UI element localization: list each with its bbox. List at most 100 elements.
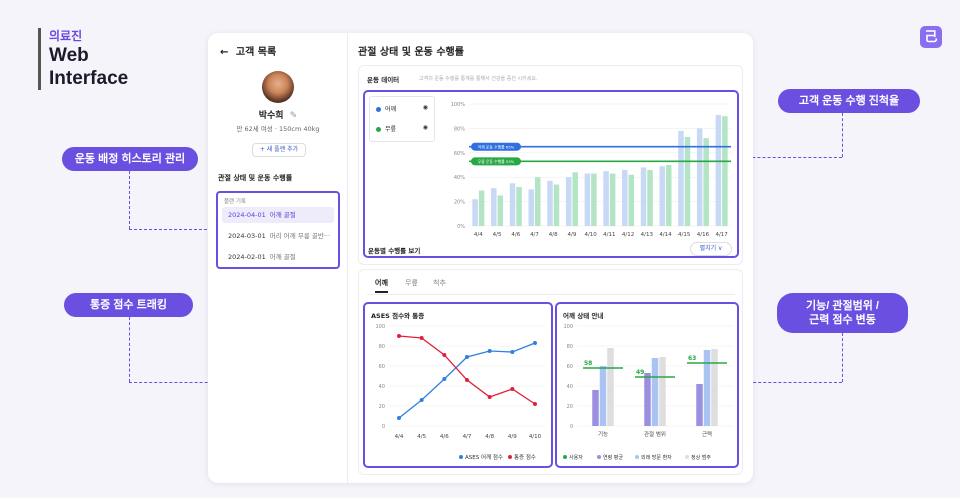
plan-item-1[interactable]: 2024-04-01 어깨 골절: [222, 207, 334, 223]
legend-dot: [563, 455, 567, 459]
by-exercise-row: 운동별 수행률 보기 펼치기 ∨: [358, 237, 743, 263]
connector-pain-v: [129, 317, 130, 382]
data-point: [487, 395, 492, 399]
legend-dot: [508, 455, 512, 459]
bar: [696, 384, 703, 426]
x-tick-label: 4/8: [485, 434, 494, 440]
back-to-customers[interactable]: ← 고객 목록: [220, 43, 276, 58]
eye-icon[interactable]: ◉: [423, 104, 428, 111]
callout-pain: 통증 점수 트래킹: [64, 293, 193, 317]
tab-shoulder[interactable]: 어깨: [375, 278, 388, 293]
bar: [535, 177, 541, 226]
tab-spine[interactable]: 척추: [433, 278, 446, 288]
plan-item-3[interactable]: 2024-02-01 어깨 골절: [222, 249, 334, 265]
ases-pain-card: ASES 점수와 통증 0 20 40 60 80 100 4/4 4/5 4/6 4/7 4/8 4…: [363, 302, 553, 468]
x-tick-label: 4/7: [463, 434, 472, 440]
tab-knee[interactable]: 무릎: [405, 278, 418, 288]
connector-history-v: [129, 171, 130, 229]
x-tick-label: 근력: [702, 430, 712, 438]
legend-dot: [597, 455, 601, 459]
y-tick-label: 100: [375, 324, 385, 330]
x-tick-label: 4/4: [395, 434, 404, 440]
legend-label: ASES 어깨 점수: [465, 453, 503, 461]
brand-line2: Interface: [49, 68, 129, 89]
exercise-legend: 어깨 ◉ 무릎 ◉: [369, 96, 435, 142]
data-point: [419, 398, 424, 402]
data-point: [465, 355, 469, 359]
legend-dot: [635, 455, 639, 459]
y-tick-label: 80: [567, 344, 573, 350]
callout-progress: 고객 운동 수행 진척율: [778, 89, 920, 113]
legend-label: 외래 방문 환자: [641, 454, 672, 461]
bar: [478, 190, 485, 226]
plan-item-2[interactable]: 2024-03-01 머리 어깨 무릎 골반···: [222, 228, 334, 244]
bar: [599, 366, 607, 426]
bar: [516, 186, 522, 226]
user-score-label: 58: [584, 360, 592, 367]
app-logo-icon[interactable]: 己: [920, 26, 942, 48]
y-tick-label: 40: [567, 384, 573, 390]
legend-dot: [376, 107, 381, 112]
bar: [684, 136, 691, 226]
y-tick-label: 100: [563, 324, 573, 330]
app-window: ← 고객 목록 박수희 ✎ 만 62세 여성 · 150cm 40kg + 새 …: [208, 33, 753, 483]
data-point: [397, 416, 401, 420]
y-tick-label: 60: [567, 364, 573, 370]
arrow-left-icon: ←: [220, 47, 229, 58]
brand-korean: 의료진: [49, 29, 83, 43]
tab-divider: [367, 294, 735, 295]
patient-sidebar: ← 고객 목록 박수희 ✎ 만 62세 여성 · 150cm 40kg + 새 …: [208, 33, 348, 483]
bar: [553, 184, 560, 226]
exercise-chart-box: 어깨 ◉ 무릎 ◉ 0% 20% 40% 60% 80% 100% 어깨 운동 수행률 65…: [363, 90, 739, 258]
bar: [703, 138, 709, 226]
bar: [609, 173, 616, 226]
plan-history-box: 플랜 기록 2024-04-01 어깨 골절 2024-03-01 머리 어깨 무릎…: [216, 191, 340, 269]
patient-name: 박수희: [258, 111, 284, 121]
exercise-data-section: 운동 데이터 고객의 운동 수행률 통계를 통해서 건강을 증진 시키세요. 어…: [358, 65, 743, 265]
bar: [565, 177, 572, 226]
bar: [651, 358, 659, 426]
connector-function-h: [738, 382, 842, 383]
legend-label: 정상 범주: [691, 454, 711, 461]
shoulder-status-chart: 0 20 40 60 80 100 58 49 63 기능 관절 범위 근력사용자 연령 평균 외래 방문…: [563, 324, 733, 461]
exercise-data-title: 운동 데이터: [367, 76, 400, 84]
data-point: [510, 387, 515, 391]
y-tick-label: 60%: [454, 151, 465, 157]
user-score-label: 49: [636, 369, 644, 376]
callout-function: 기능/ 관절범위 / 근력 점수 변동: [777, 293, 908, 333]
legend-label: 연령 평균: [603, 454, 623, 461]
data-point: [442, 353, 447, 357]
legend-label: 사용자: [569, 454, 583, 461]
data-point: [465, 378, 469, 382]
eye-icon[interactable]: ◉: [423, 124, 428, 131]
connector-function-v: [842, 333, 843, 382]
bar: [659, 357, 666, 426]
bar: [622, 169, 628, 226]
plan-title: 어깨 골절: [269, 253, 296, 261]
bar: [696, 128, 703, 226]
bar: [528, 189, 534, 226]
legend-label: 무릎: [385, 126, 397, 133]
y-tick-label: 0: [382, 424, 385, 430]
avatar: [262, 71, 294, 103]
bar: [584, 173, 591, 226]
data-point: [510, 350, 515, 354]
shoulder-status-card: 어깨 상태 안내 0 20 40 60 80 100 58 49 63 기능 관절 범위 근력 사용자 연…: [555, 302, 739, 468]
bar: [591, 173, 597, 226]
y-tick-label: 80: [379, 344, 385, 350]
new-plan-button[interactable]: + 새 플랜 추가: [252, 143, 306, 157]
pencil-edit-icon[interactable]: ✎: [290, 111, 298, 121]
data-point: [487, 349, 492, 353]
by-exercise-label: 운동별 수행률 보기: [368, 247, 421, 255]
y-tick-label: 20: [567, 404, 573, 410]
connector-history-h: [129, 229, 212, 230]
bar: [572, 172, 578, 226]
bar: [640, 167, 647, 226]
bar: [715, 114, 722, 226]
bar: [711, 349, 718, 426]
x-tick-label: 관절 범위: [644, 430, 666, 438]
expand-button[interactable]: 펼치기 ∨: [690, 242, 732, 256]
back-label: 고객 목록: [235, 47, 277, 58]
bar: [547, 180, 553, 226]
callout-function-line2: 근력 점수 변동: [809, 314, 876, 326]
